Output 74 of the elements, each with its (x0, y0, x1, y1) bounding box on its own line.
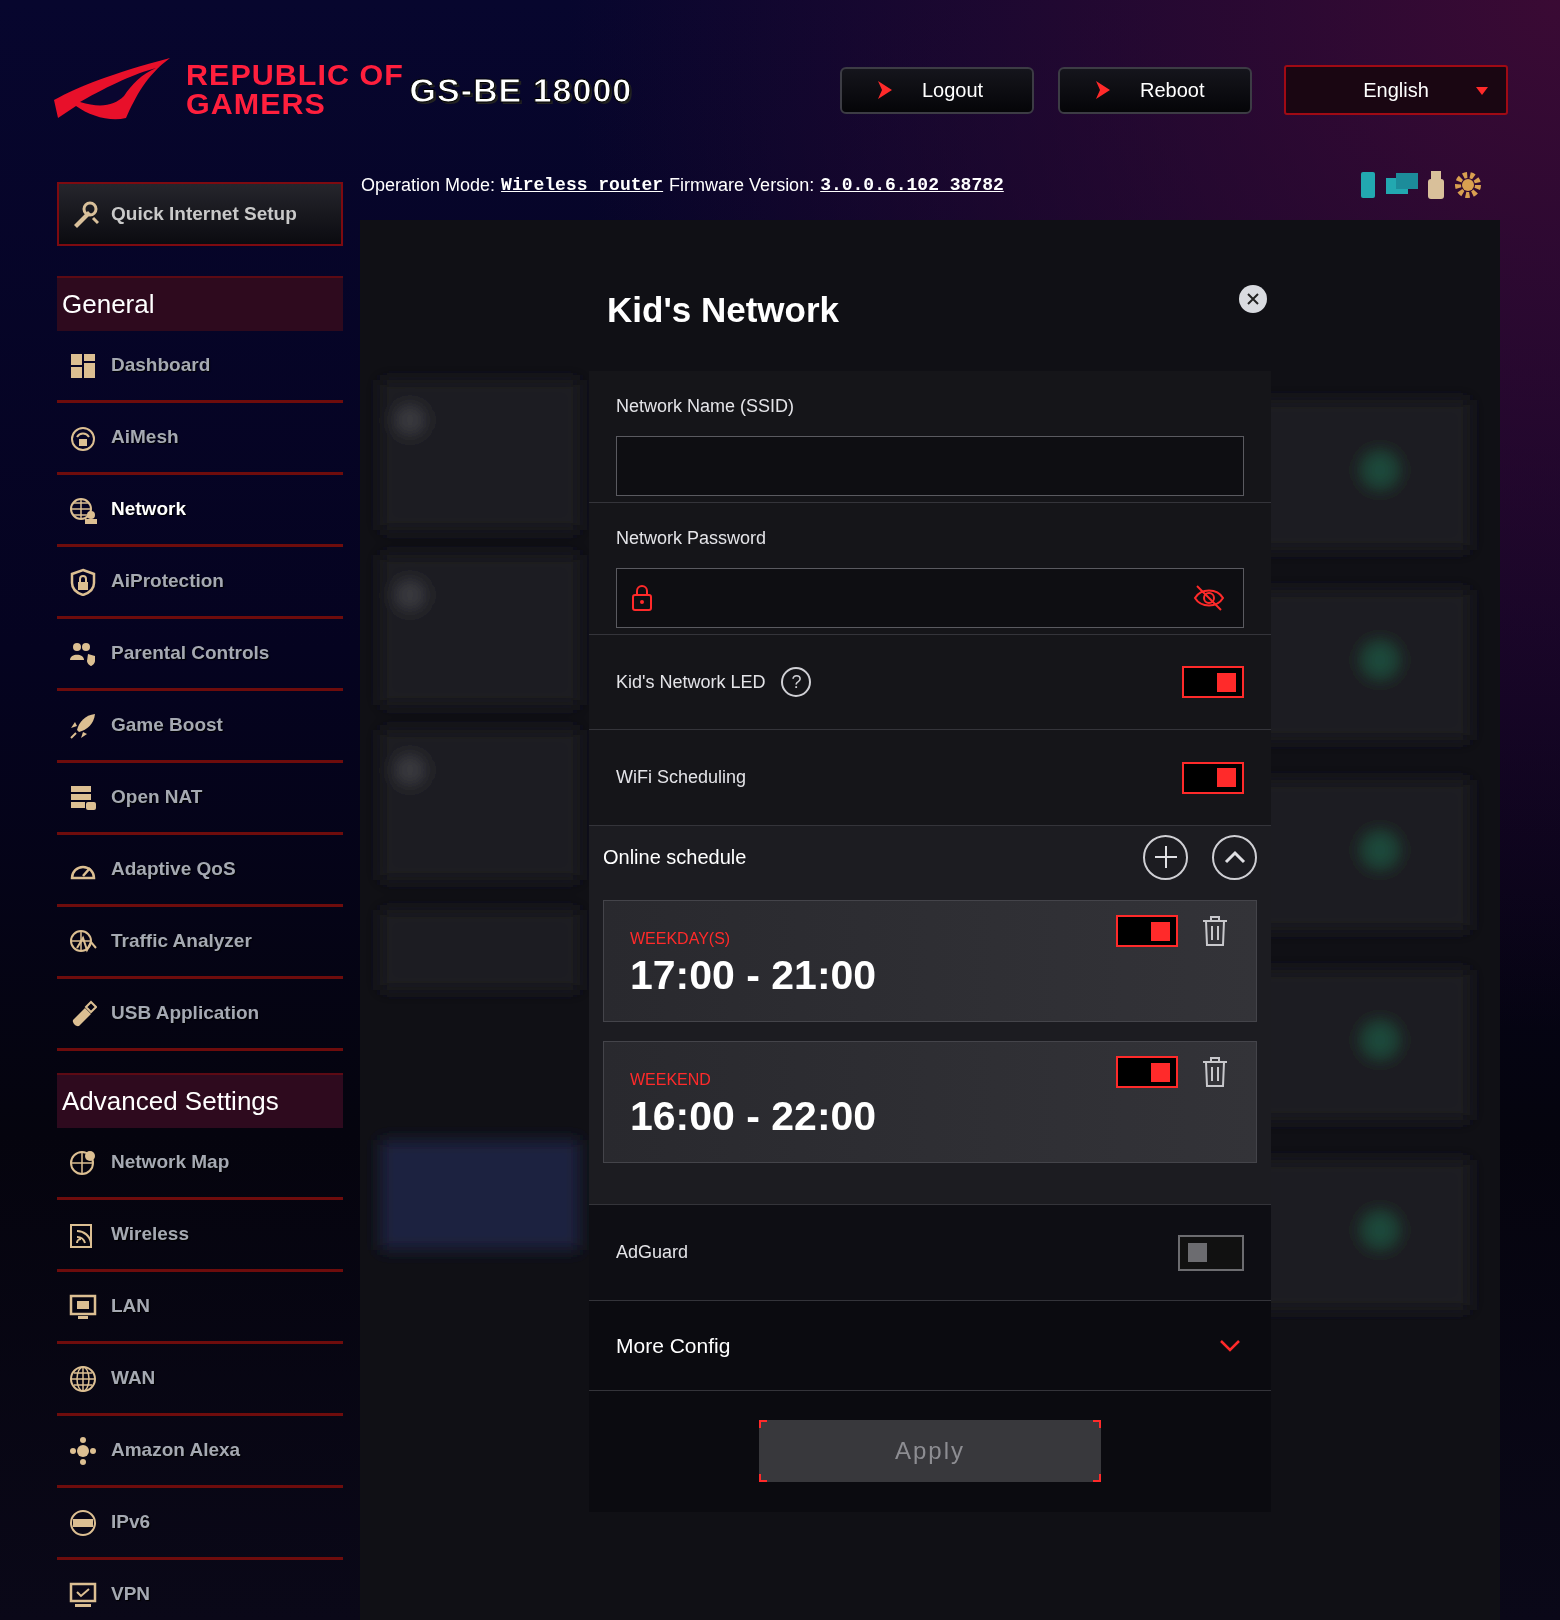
sidebar-item[interactable]: WAN (57, 1344, 343, 1416)
model-name: GS-BE 18000 (409, 69, 633, 111)
sidebar-item[interactable]: Open NAT (57, 763, 343, 835)
header-button[interactable]: Reboot (1058, 66, 1252, 114)
sidebar-item[interactable]: Wireless (57, 1200, 343, 1272)
settings-icon[interactable] (1453, 170, 1483, 200)
usb-icon[interactable] (1427, 170, 1445, 200)
plus-icon (1153, 845, 1178, 869)
lock-icon (631, 584, 653, 612)
sidebar-item[interactable]: Traffic Analyzer (57, 907, 343, 979)
sidebar-item[interactable]: AiProtection (57, 547, 343, 619)
quick-setup-button[interactable]: Quick Internet Setup (57, 182, 343, 246)
section-header: Advanced Settings (57, 1073, 343, 1128)
sidebar-item[interactable]: Game Boost (57, 691, 343, 763)
chevron-down-icon[interactable] (1220, 1339, 1240, 1352)
phone-icon[interactable] (1359, 171, 1377, 199)
more-config-label[interactable]: More Config (616, 1329, 731, 1362)
firmware-link[interactable]: 3.0.0.6.102_38782 (820, 171, 1004, 199)
collapse-button[interactable] (1212, 834, 1257, 880)
sidebar-item[interactable]: AiMesh (57, 403, 343, 475)
section-header: General (57, 276, 343, 331)
shield-icon (69, 567, 97, 596)
help-button[interactable]: ? (781, 667, 812, 697)
sidebar-item[interactable]: Parental Controls (57, 619, 343, 691)
mode-link[interactable]: Wireless router (501, 171, 664, 199)
schedule-time: 17:00 - 21:00 (630, 951, 878, 1000)
toggle-switch[interactable] (1182, 761, 1244, 794)
password-field[interactable] (616, 568, 1244, 628)
header-button[interactable]: Logout (840, 66, 1034, 114)
rocket-icon (69, 711, 97, 740)
input-field[interactable] (616, 436, 1244, 496)
sidebar-item[interactable]: Network (57, 475, 343, 547)
trash-icon[interactable] (1202, 915, 1228, 947)
setting-label: AdGuard (616, 1241, 689, 1264)
schedule-days: WEEKDAY(S) (630, 927, 731, 951)
dashboard-icon (69, 351, 97, 380)
sidebar-item[interactable]: IPv6 (57, 1488, 343, 1560)
toggle-switch[interactable] (1116, 1056, 1178, 1088)
brand-text: GAMERS (186, 90, 327, 119)
schedule-time: 16:00 - 22:00 (630, 1092, 878, 1141)
toggle-switch[interactable] (1178, 1234, 1244, 1271)
field-label: Network Name (SSID) (616, 395, 796, 418)
eye-slash-icon[interactable] (1193, 584, 1225, 612)
sidebar-item[interactable]: VPN (57, 1560, 343, 1620)
toggle-switch[interactable] (1116, 915, 1178, 947)
add-button[interactable] (1143, 834, 1188, 880)
play-icon (878, 81, 892, 99)
field-label: Network Password (616, 527, 768, 550)
language-dropdown[interactable]: English (1284, 65, 1508, 115)
sidebar-item[interactable]: Adaptive QoS (57, 835, 343, 907)
schedule-days: WEEKEND (630, 1068, 711, 1092)
sidebar-item[interactable]: Dashboard (57, 331, 343, 403)
firmware-label: Firmware Version: (669, 173, 815, 197)
chevron-up-icon (1223, 850, 1246, 864)
setting-label: Kid's Network LED (616, 670, 766, 694)
monitor-icon (69, 1292, 97, 1321)
sidebar-item[interactable]: USB Application (57, 979, 343, 1051)
close-icon (1247, 292, 1259, 305)
toggle-switch[interactable] (1182, 666, 1244, 698)
section-title: Online schedule (603, 845, 747, 870)
hub-icon (69, 1436, 97, 1465)
brand-text: REPUBLIC OF (186, 61, 404, 90)
setting-label: WiFi Scheduling (616, 766, 747, 789)
caret-icon (1476, 87, 1488, 95)
close-button[interactable] (1239, 284, 1267, 313)
play-icon (1096, 81, 1110, 99)
server-icon (69, 783, 97, 812)
sidebar-item[interactable]: LAN (57, 1272, 343, 1344)
mode-label: Operation Mode: (361, 173, 496, 197)
trash-icon[interactable] (1202, 1056, 1228, 1088)
monitor-icon (69, 1580, 97, 1609)
sidebar-item[interactable]: Network Map (57, 1128, 343, 1200)
modal-title: Kid's Network (607, 289, 839, 332)
sidebar-item[interactable]: Amazon Alexa (57, 1416, 343, 1488)
